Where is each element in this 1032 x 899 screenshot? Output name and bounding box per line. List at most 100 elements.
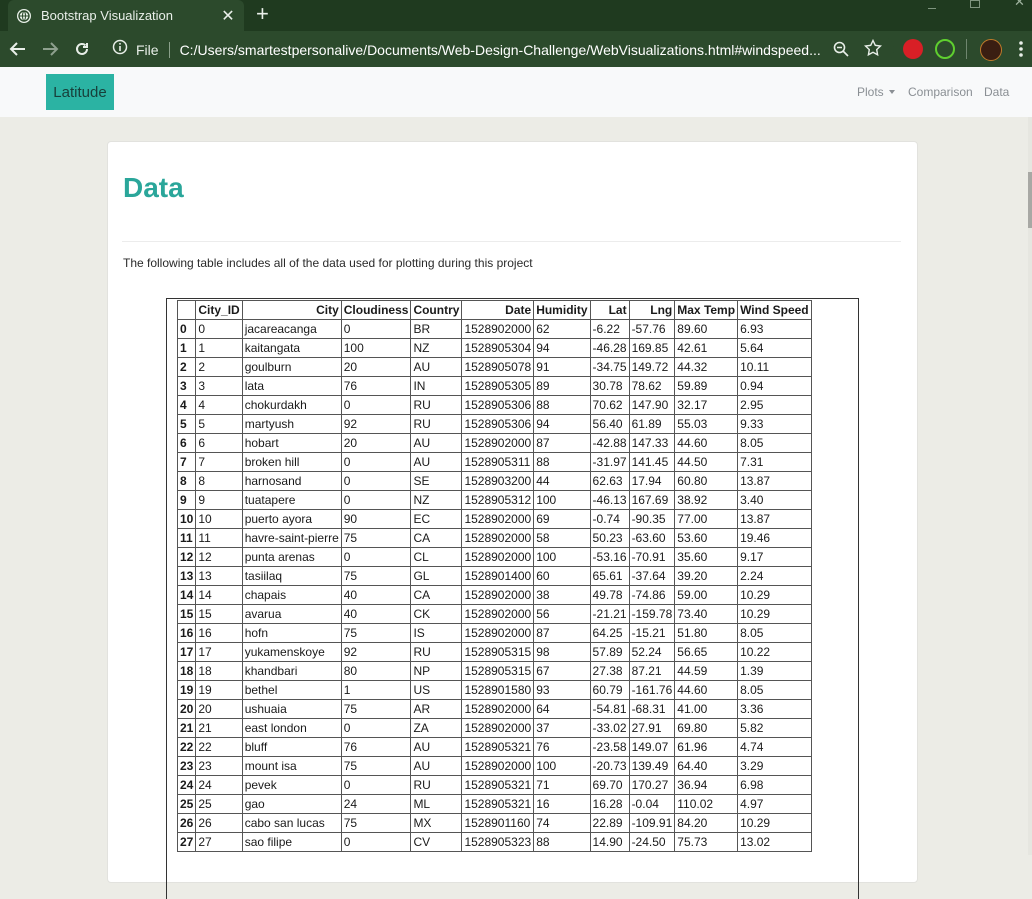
browser-tab[interactable]: Bootstrap Visualization ✕ [8,0,244,31]
table-cell: 1528901160 [461,813,535,833]
table-cell: 91 [533,357,591,377]
table-cell: 3 [195,376,243,396]
table-cell: 1528905321 [461,794,535,814]
table-cell: -34.75 [589,357,630,377]
table-row: 27 27 sao filipe 0 CV 1528905323 88 14.90 -24.50… [176,832,812,852]
table-cell: -24.50 [628,832,676,852]
table-cell: 5.64 [737,338,812,358]
table-cell: 1528903200 [461,471,535,491]
table-cell: 20 [195,699,243,719]
table-cell: hobart [241,433,342,453]
table-cell: 2 [176,357,197,377]
table-row: 22 22 bluff 76 AU 1528905321 76 -23.58 149.07 61.… [176,737,812,757]
omnibox[interactable]: File C:/Users/smartestpersonalive/Docume… [104,36,894,63]
table-row: 12 12 punta arenas 0 CL 1528902000 100 -53.16 -7… [176,547,812,567]
table-cell: 49.78 [589,585,630,605]
table-cell: 56.40 [589,414,630,434]
menu-dots-icon[interactable] [1018,39,1024,64]
table-cell: 69.70 [589,775,630,795]
table-cell: 0 [176,319,197,339]
table-cell: -6.22 [589,319,630,339]
table-cell: 88 [533,395,591,415]
url-text[interactable]: C:/Users/smartestpersonalive/Documents/W… [180,42,820,58]
table-cell: 6 [176,433,197,453]
nav-comparison[interactable]: Comparison [908,85,973,99]
table-cell: US [410,680,463,700]
table-cell: 1528905315 [461,661,535,681]
table-cell: -63.60 [628,528,676,548]
extension-check-icon[interactable] [935,39,955,59]
table-cell: 1528901400 [461,566,535,586]
table-cell: 19.46 [737,528,812,548]
table-cell: 10 [176,509,197,529]
table-cell: 87 [533,623,591,643]
info-icon[interactable] [112,39,128,60]
table-cell: sao filipe [241,832,342,852]
table-cell: 58 [533,528,591,548]
bookmark-star-icon[interactable] [863,38,883,62]
nav-plots-dropdown[interactable]: Plots [857,85,895,99]
table-cell: 7.31 [737,452,812,472]
table-cell: 3.36 [737,699,812,719]
table-cell: -0.74 [589,509,630,529]
table-cell: 92 [340,414,412,434]
table-cell: CK [410,604,463,624]
table-cell: 100 [533,756,591,776]
nav-plots-label: Plots [857,85,884,99]
table-cell: havre-saint-pierre [241,528,342,548]
table-cell: 1528901580 [461,680,535,700]
table-cell: 14.90 [589,832,630,852]
table-cell: CA [410,528,463,548]
new-tab-button[interactable]: + [256,3,269,25]
nav-data[interactable]: Data [984,85,1009,99]
close-window-icon[interactable]: ✕ [1014,0,1025,10]
site-navbar: Latitude Plots Comparison Data [0,67,1032,117]
table-cell: mount isa [241,756,342,776]
table-cell: 60 [533,566,591,586]
navbar-brand[interactable]: Latitude [46,74,114,110]
table-cell: 52.24 [628,642,676,662]
table-row: 6 6 hobart 20 AU 1528902000 87 -42.88 147.33 44.6… [176,433,812,453]
table-cell: 22 [195,737,243,757]
zoom-icon[interactable] [832,40,850,63]
table-cell: 87.21 [628,661,676,681]
table-row: 0 0 jacareacanga 0 BR 1528902000 62 -6.22 -57.76… [176,319,812,339]
table-cell: 76 [340,376,412,396]
url-scheme: File [136,41,159,58]
table-cell: 64 [533,699,591,719]
table-cell: 73.40 [674,604,739,624]
table-cell: 70.62 [589,395,630,415]
extension-hand-icon[interactable] [903,39,923,59]
table-cell: CV [410,832,463,852]
table-cell: 16 [195,623,243,643]
back-icon[interactable] [6,37,30,61]
table-cell: 19 [195,680,243,700]
table-cell: 10.29 [737,813,812,833]
table-cell: 1528905312 [461,490,535,510]
table-row: 4 4 chokurdakh 0 RU 1528905306 88 70.62 147.90 32… [176,395,812,415]
table-cell: 90 [340,509,412,529]
table-row: 1 1 kaitangata 100 NZ 1528905304 94 -46.28 169.8… [176,338,812,358]
table-cell: 9 [195,490,243,510]
table-row: 10 10 puerto ayora 90 EC 1528902000 69 -0.74 -90… [176,509,812,529]
maximize-icon[interactable] [970,0,980,8]
table-cell: 1 [195,338,243,358]
close-tab-icon[interactable]: ✕ [218,6,238,26]
table-cell: 87 [533,433,591,453]
minimize-icon[interactable] [928,0,936,9]
table-row: 13 13 tasiilaq 75 GL 1528901400 60 65.61 -37.64 3… [176,566,812,586]
profile-avatar[interactable] [980,39,1002,61]
table-cell: 0 [340,547,412,567]
table-cell: 0.94 [737,376,812,396]
column-header: Lng [628,300,676,320]
forward-icon[interactable] [38,37,62,61]
table-cell: punta arenas [241,547,342,567]
table-cell: ushuaia [241,699,342,719]
table-cell: 60.80 [674,471,739,491]
table-cell: BR [410,319,463,339]
page-scrollbar-thumb[interactable] [1028,172,1032,228]
reload-icon[interactable] [70,37,94,61]
table-cell: RU [410,395,463,415]
table-cell: 1528905311 [461,452,535,472]
table-cell: CL [410,547,463,567]
